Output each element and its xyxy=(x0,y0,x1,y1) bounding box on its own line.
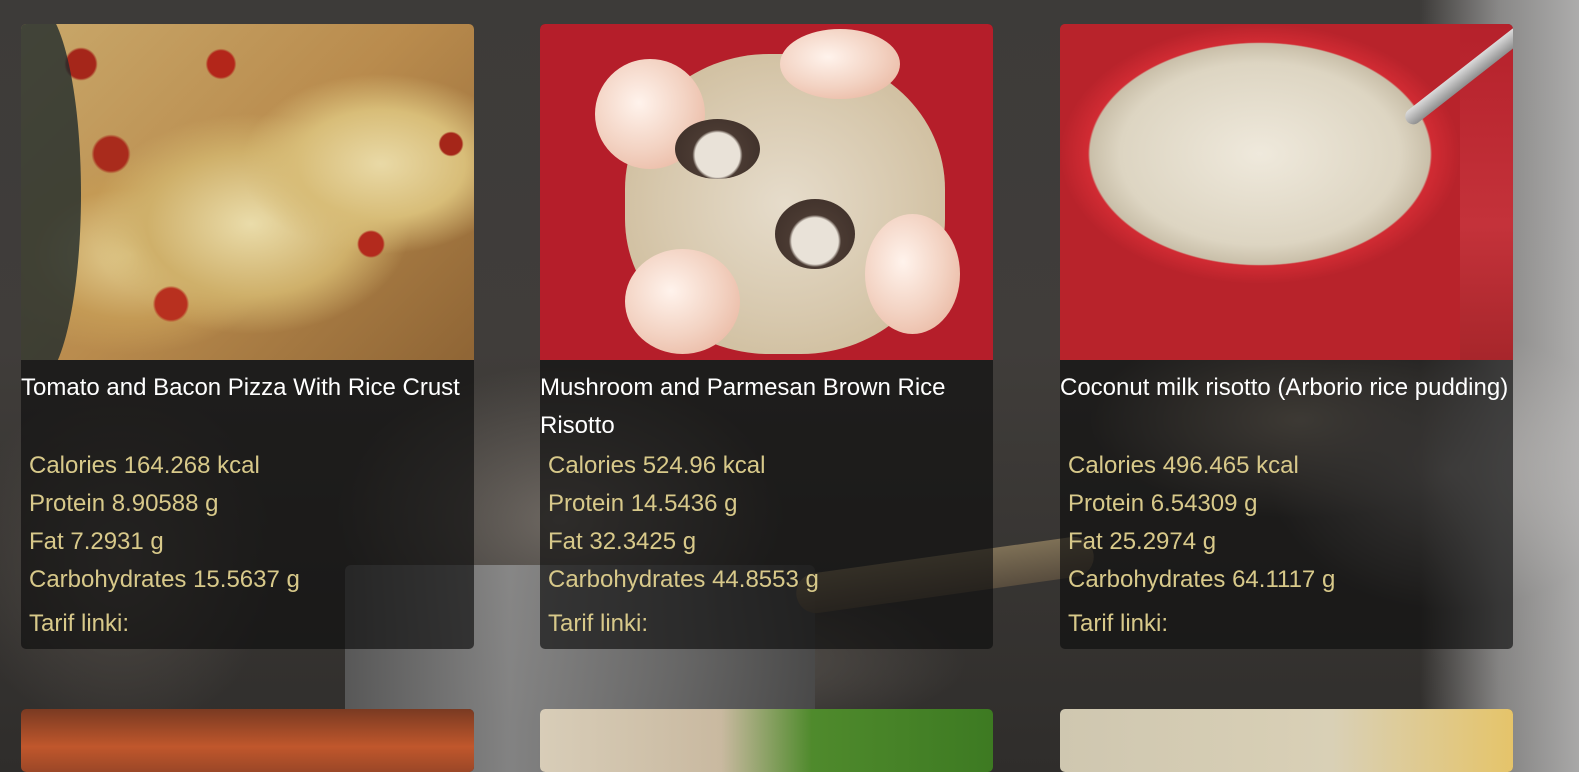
recipe-image[interactable] xyxy=(1060,709,1513,772)
calories-value: Calories 496.465 kcal xyxy=(1068,452,1299,479)
protein-value: Protein 14.5436 g xyxy=(548,490,738,517)
recipe-grid: Tomato and Bacon Pizza With Rice Crust C… xyxy=(0,0,1579,772)
recipe-image-pizza[interactable] xyxy=(21,24,474,360)
red-cup xyxy=(1060,24,1460,360)
calories-value: Calories 164.268 kcal xyxy=(29,452,260,479)
shrimp xyxy=(780,29,900,99)
nutrition-facts: Calories 524.96 kcal Protein 14.5436 g F… xyxy=(540,447,993,639)
shrimp xyxy=(865,214,960,334)
protein-value: Protein 6.54309 g xyxy=(1068,490,1258,517)
nutrition-facts: Calories 164.268 kcal Protein 8.90588 g … xyxy=(21,447,474,639)
recipe-card xyxy=(1060,709,1513,772)
fat-value: Fat 25.2974 g xyxy=(1068,528,1217,555)
nutrition-facts: Calories 496.465 kcal Protein 6.54309 g … xyxy=(1060,447,1513,639)
carbohydrates-value: Carbohydrates 15.5637 g xyxy=(29,566,300,593)
carbohydrates-value: Carbohydrates 44.8553 g xyxy=(548,566,819,593)
fat-value: Fat 7.2931 g xyxy=(29,528,164,555)
recipe-link[interactable]: Tarif linki: xyxy=(548,609,993,639)
recipe-card xyxy=(540,709,993,772)
recipe-link[interactable]: Tarif linki: xyxy=(1068,609,1513,639)
recipe-card: Coconut milk risotto (Arborio rice puddi… xyxy=(1060,24,1513,649)
shrimp xyxy=(625,249,740,354)
recipe-image-risotto[interactable] xyxy=(540,24,993,360)
recipe-title: Mushroom and Parmesan Brown Rice Risotto xyxy=(540,374,946,439)
carbohydrates-value: Carbohydrates 64.1117 g xyxy=(1068,566,1336,593)
calories-value: Calories 524.96 kcal xyxy=(548,452,766,479)
recipe-card xyxy=(21,709,474,772)
protein-value: Protein 8.90588 g xyxy=(29,490,219,517)
recipe-image[interactable] xyxy=(21,709,474,772)
fat-value: Fat 32.3425 g xyxy=(548,528,697,555)
mushroom xyxy=(675,119,760,179)
recipe-card: Mushroom and Parmesan Brown Rice Risotto… xyxy=(540,24,993,649)
recipe-title: Tomato and Bacon Pizza With Rice Crust xyxy=(21,374,460,401)
recipe-card: Tomato and Bacon Pizza With Rice Crust C… xyxy=(21,24,474,649)
recipe-image-coconut-risotto[interactable] xyxy=(1060,24,1513,360)
recipe-link[interactable]: Tarif linki: xyxy=(29,609,474,639)
recipe-title: Coconut milk risotto (Arborio rice puddi… xyxy=(1060,374,1509,401)
recipe-image[interactable] xyxy=(540,709,993,772)
mushroom xyxy=(775,199,855,269)
